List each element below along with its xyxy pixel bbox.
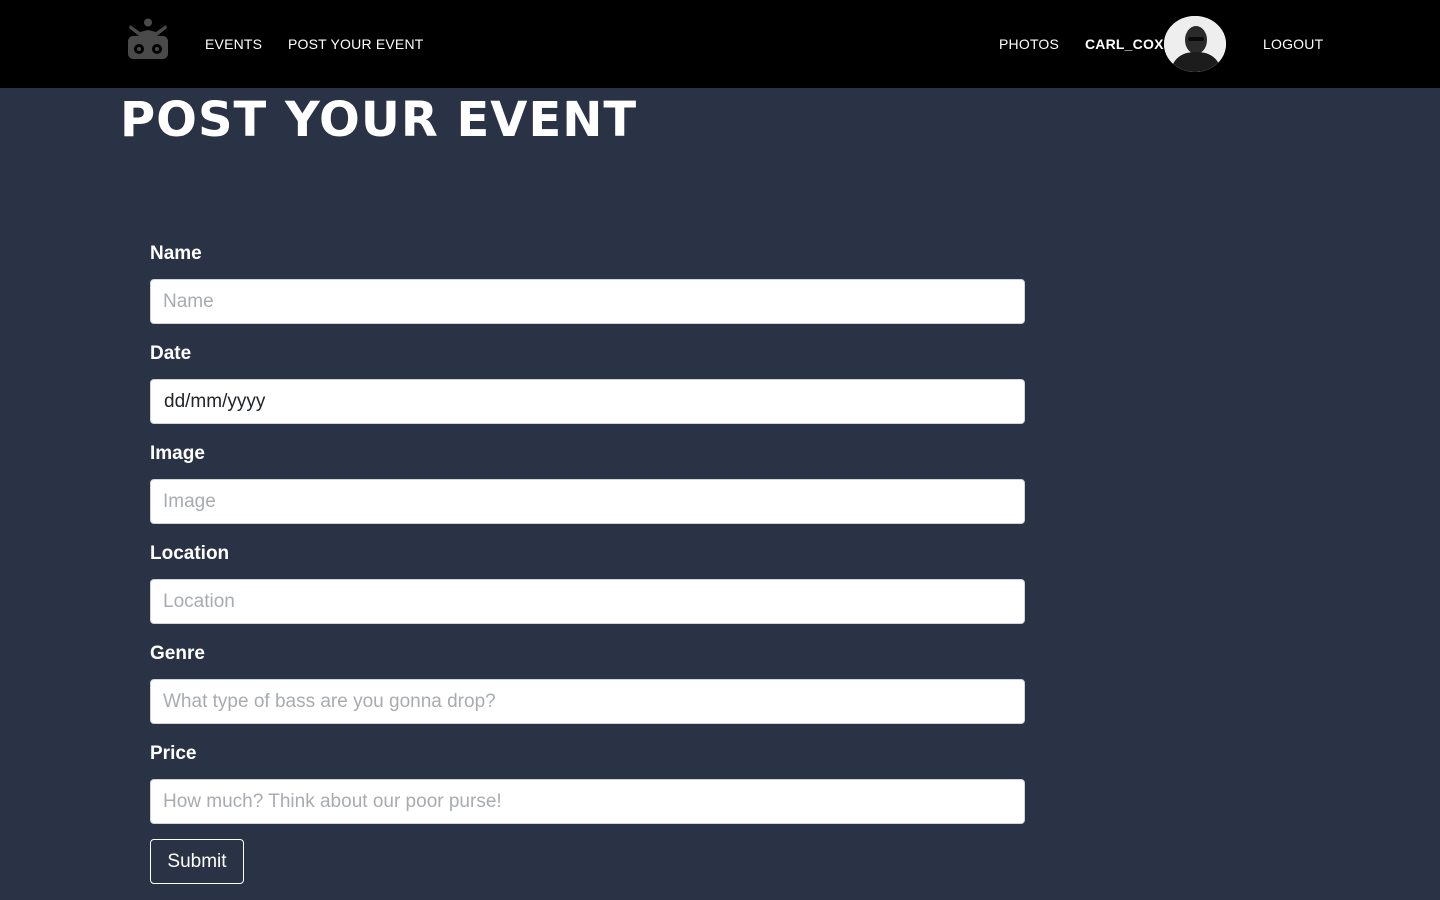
genre-input[interactable] (150, 679, 1025, 724)
date-label: Date (150, 343, 192, 364)
nav-username-link[interactable]: CARL_COX (1085, 36, 1164, 52)
page-title: POST YOUR EVENT (120, 92, 638, 148)
date-input-value: dd/mm/yyyy (164, 391, 266, 412)
top-navbar: EVENTS POST YOUR EVENT PHOTOS CARL_COX L… (0, 0, 1440, 88)
submit-button[interactable]: Submit (150, 839, 244, 884)
nav-post-event-link[interactable]: POST YOUR EVENT (288, 36, 424, 52)
price-label: Price (150, 743, 197, 764)
avatar-photo-icon (1164, 16, 1226, 72)
name-input[interactable] (150, 279, 1025, 324)
nav-photos-link[interactable]: PHOTOS (999, 36, 1059, 52)
location-label: Location (150, 543, 230, 564)
dj-boombox-icon[interactable] (126, 18, 170, 62)
genre-label: Genre (150, 643, 205, 664)
price-input[interactable] (150, 779, 1025, 824)
user-avatar[interactable] (1164, 16, 1226, 72)
location-input[interactable] (150, 579, 1025, 624)
image-label: Image (150, 443, 205, 464)
image-input[interactable] (150, 479, 1025, 524)
nav-events-link[interactable]: EVENTS (205, 36, 262, 52)
nav-logout-link[interactable]: LOGOUT (1263, 36, 1323, 52)
date-input[interactable]: dd/mm/yyyy (150, 379, 1025, 424)
name-label: Name (150, 243, 202, 264)
